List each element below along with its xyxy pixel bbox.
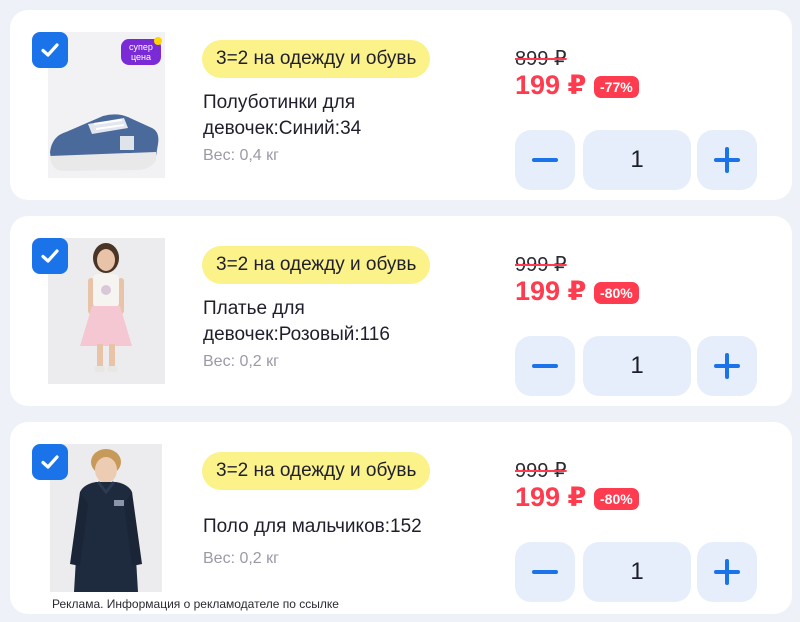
svg-text:цена: цена [131, 52, 151, 62]
checkmark-icon [41, 43, 59, 57]
increase-quantity-button[interactable] [697, 542, 757, 602]
item-select-checkbox[interactable] [32, 32, 68, 68]
svg-text:супер: супер [129, 42, 153, 52]
minus-icon [532, 570, 558, 574]
checkmark-icon [41, 249, 59, 263]
quantity-value[interactable]: 1 [583, 542, 691, 602]
discount-badge: -80% [594, 488, 639, 510]
checkmark-icon [41, 455, 59, 469]
promo-badge[interactable]: 3=2 на одежду и обувь [202, 246, 431, 284]
product-title[interactable]: Платье для девочек:Розовый:116 [203, 296, 443, 348]
quantity-stepper: 1 [515, 542, 759, 602]
quantity-value[interactable]: 1 [583, 130, 691, 190]
cart-item-card: 3=2 на одежду и обувь Поло для мальчиков… [10, 422, 792, 614]
current-price: 199 ₽ [515, 276, 587, 306]
plus-icon [714, 147, 740, 173]
current-price: 199 ₽ [515, 482, 587, 512]
plus-icon [714, 559, 740, 585]
quantity-stepper: 1 [515, 130, 759, 190]
super-price-badge: супер цена [121, 37, 162, 65]
cart-item-card: супер цена 3=2 на одежду и обувь Полубот… [10, 10, 792, 200]
discount-badge: -80% [594, 282, 639, 304]
quantity-value[interactable]: 1 [583, 336, 691, 396]
promo-badge[interactable]: 3=2 на одежду и обувь [202, 452, 431, 490]
old-price: 899 ₽ [515, 48, 567, 70]
current-price: 199 ₽ [515, 70, 587, 100]
increase-quantity-button[interactable] [697, 130, 757, 190]
decrease-quantity-button[interactable] [515, 336, 575, 396]
product-weight: Вес: 0,2 кг [203, 353, 279, 370]
old-price: 999 ₽ [515, 254, 567, 276]
item-select-checkbox[interactable] [32, 238, 68, 274]
promo-badge[interactable]: 3=2 на одежду и обувь [202, 40, 431, 78]
plus-icon [714, 353, 740, 379]
item-select-checkbox[interactable] [32, 444, 68, 480]
product-title[interactable]: Поло для мальчиков:152 [203, 514, 463, 540]
product-weight: Вес: 0,4 кг [203, 147, 279, 164]
decrease-quantity-button[interactable] [515, 130, 575, 190]
product-title[interactable]: Полуботинки для девочек:Синий:34 [203, 90, 443, 142]
product-weight: Вес: 0,2 кг [203, 550, 279, 567]
ad-disclaimer[interactable]: Реклама. Информация о рекламодателе по с… [52, 597, 343, 611]
minus-icon [532, 158, 558, 162]
increase-quantity-button[interactable] [697, 336, 757, 396]
quantity-stepper: 1 [515, 336, 759, 396]
minus-icon [532, 364, 558, 368]
decrease-quantity-button[interactable] [515, 542, 575, 602]
cart-item-card: 3=2 на одежду и обувь Платье для девочек… [10, 216, 792, 406]
discount-badge: -77% [594, 76, 639, 98]
old-price: 999 ₽ [515, 460, 567, 482]
